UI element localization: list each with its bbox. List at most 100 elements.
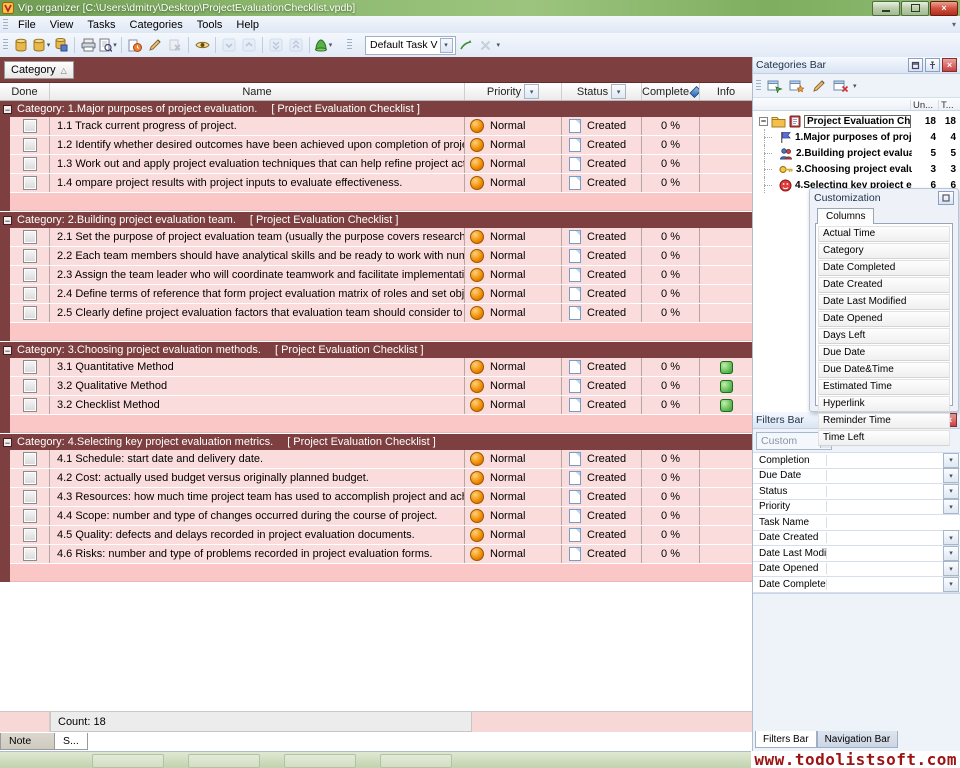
open-database-icon[interactable] bbox=[11, 35, 31, 55]
tree-root-label[interactable]: Project Evaluation Checkl bbox=[804, 115, 911, 128]
group-by-category-button[interactable]: Category △ bbox=[4, 61, 74, 79]
task-checkbox[interactable] bbox=[23, 452, 37, 466]
menubar-overflow-icon[interactable]: ▾ bbox=[952, 20, 956, 29]
customization-close-button[interactable] bbox=[938, 191, 954, 205]
recent-database-icon[interactable]: ▾ bbox=[31, 35, 51, 55]
undone-column-header[interactable]: Un... bbox=[910, 100, 938, 111]
task-checkbox[interactable] bbox=[23, 509, 37, 523]
filter-dropdown-icon[interactable]: ▾ bbox=[943, 561, 959, 576]
task-row[interactable]: 3.2 Qualitative MethodNormalCreated0 % bbox=[0, 377, 752, 396]
tree-root-row[interactable]: −Project Evaluation Checkl1818 bbox=[753, 113, 960, 129]
new-category-icon[interactable] bbox=[764, 76, 786, 95]
category-group-row[interactable]: −Category: 2.Building project evaluation… bbox=[0, 212, 752, 228]
move-down-icon[interactable] bbox=[219, 35, 239, 55]
view-task-icon[interactable] bbox=[192, 35, 212, 55]
move-top-icon[interactable] bbox=[286, 35, 306, 55]
categories-pin-button[interactable] bbox=[925, 58, 940, 72]
task-checkbox[interactable] bbox=[23, 398, 37, 412]
edit-category-icon[interactable] bbox=[808, 76, 830, 95]
customization-column-item[interactable]: Days Left bbox=[818, 328, 950, 344]
customization-column-item[interactable]: Hyperlink bbox=[818, 396, 950, 412]
menu-view[interactable]: View bbox=[43, 18, 81, 32]
task-row[interactable]: 4.1 Schedule: start date and delivery da… bbox=[0, 450, 752, 469]
print-icon[interactable] bbox=[78, 35, 98, 55]
toolbar-more-icon[interactable]: ▾ bbox=[497, 41, 501, 49]
minimize-button[interactable] bbox=[872, 1, 900, 16]
filter-value-field[interactable] bbox=[827, 562, 943, 577]
column-header-done[interactable]: Done bbox=[0, 83, 50, 100]
customization-column-item[interactable]: Due Date&Time bbox=[818, 362, 950, 378]
customization-column-item[interactable]: Reminder Time bbox=[818, 413, 950, 429]
column-header-complete[interactable]: Complete bbox=[642, 83, 700, 100]
notification-icon[interactable]: ▾ bbox=[313, 35, 333, 55]
category-group-row[interactable]: −Category: 4.Selecting key project evalu… bbox=[0, 434, 752, 450]
customization-column-item[interactable]: Category bbox=[818, 243, 950, 259]
close-button[interactable]: × bbox=[930, 1, 958, 16]
filter-dropdown-icon[interactable]: ▾ bbox=[943, 577, 959, 592]
task-checkbox[interactable] bbox=[23, 230, 37, 244]
customization-column-item[interactable]: Date Opened bbox=[818, 311, 950, 327]
filter-value-field[interactable] bbox=[827, 469, 943, 484]
task-checkbox[interactable] bbox=[23, 119, 37, 133]
filter-value-field[interactable] bbox=[827, 484, 943, 499]
filter-dropdown-icon[interactable]: ▾ bbox=[943, 453, 959, 468]
customization-column-item[interactable]: Actual Time bbox=[818, 226, 950, 242]
new-subcategory-icon[interactable] bbox=[786, 76, 808, 95]
apply-view-icon[interactable] bbox=[456, 35, 476, 55]
panel-tab-filters-bar[interactable]: Filters Bar bbox=[755, 731, 817, 748]
filter-dropdown-icon[interactable]: ▾ bbox=[943, 468, 959, 483]
collapse-icon[interactable]: − bbox=[3, 346, 12, 355]
collapse-icon[interactable]: − bbox=[3, 438, 12, 447]
task-view-dropdown-icon[interactable]: ▾ bbox=[440, 38, 453, 53]
menu-help[interactable]: Help bbox=[229, 18, 266, 32]
task-row[interactable]: 1.3 Work out and apply project evaluatio… bbox=[0, 155, 752, 174]
move-up-icon[interactable] bbox=[239, 35, 259, 55]
filter-dropdown-icon[interactable]: ▾ bbox=[943, 546, 959, 561]
task-checkbox[interactable] bbox=[23, 471, 37, 485]
collapse-icon[interactable]: − bbox=[3, 105, 12, 114]
filter-value-field[interactable] bbox=[827, 546, 943, 561]
task-row[interactable]: 4.6 Risks: number and type of problems r… bbox=[0, 545, 752, 564]
move-bottom-icon[interactable] bbox=[266, 35, 286, 55]
customization-column-item[interactable]: Estimated Time bbox=[818, 379, 950, 395]
customization-column-item[interactable]: Date Created bbox=[818, 277, 950, 293]
delete-category-icon[interactable] bbox=[830, 76, 852, 95]
tree-category-row[interactable]: 2.Building project evaluat55 bbox=[753, 145, 960, 161]
customization-column-item[interactable]: Date Last Modified bbox=[818, 294, 950, 310]
collapse-icon[interactable]: − bbox=[3, 216, 12, 225]
task-row[interactable]: 2.2 Each team members should have analyt… bbox=[0, 247, 752, 266]
task-row[interactable]: 4.5 Quality: defects and delays recorded… bbox=[0, 526, 752, 545]
tree-category-row[interactable]: 3.Choosing project evalua33 bbox=[753, 161, 960, 177]
edit-task-icon[interactable] bbox=[145, 35, 165, 55]
tree-category-row[interactable]: 1.Major purposes of projec44 bbox=[753, 129, 960, 145]
filter-value-field[interactable] bbox=[827, 531, 943, 546]
task-checkbox[interactable] bbox=[23, 138, 37, 152]
menu-tools[interactable]: Tools bbox=[190, 18, 230, 32]
categories-toolbar-more-icon[interactable]: ▾ bbox=[853, 82, 857, 90]
filter-dropdown-icon[interactable]: ▾ bbox=[943, 484, 959, 499]
tab-columns[interactable]: Columns bbox=[817, 208, 874, 224]
task-row[interactable]: 1.2 Identify whether desired outcomes ha… bbox=[0, 136, 752, 155]
task-row[interactable]: 3.1 Quantitative MethodNormalCreated0 % bbox=[0, 358, 752, 377]
task-checkbox[interactable] bbox=[23, 547, 37, 561]
customization-column-item[interactable]: Due Date bbox=[818, 345, 950, 361]
note-icon[interactable] bbox=[720, 380, 733, 393]
category-group-row[interactable]: −Category: 3.Choosing project evaluation… bbox=[0, 342, 752, 358]
column-header-priority[interactable]: Priority▾ bbox=[465, 83, 562, 100]
task-row[interactable]: 2.5 Clearly define project evaluation fa… bbox=[0, 304, 752, 323]
menu-tasks[interactable]: Tasks bbox=[80, 18, 122, 32]
print-preview-icon[interactable]: ▾ bbox=[98, 35, 118, 55]
task-row[interactable]: 4.3 Resources: how much time project tea… bbox=[0, 488, 752, 507]
customization-column-item[interactable]: Date Completed bbox=[818, 260, 950, 276]
tab-note[interactable]: Note bbox=[0, 733, 55, 750]
total-column-header[interactable]: T... bbox=[938, 100, 960, 111]
task-row[interactable]: 3.2 Checklist MethodNormalCreated0 % bbox=[0, 396, 752, 415]
maximize-button[interactable] bbox=[901, 1, 929, 16]
task-checkbox[interactable] bbox=[23, 157, 37, 171]
column-header-status[interactable]: Status▾ bbox=[562, 83, 642, 100]
filter-value-field[interactable] bbox=[827, 577, 943, 592]
task-checkbox[interactable] bbox=[23, 176, 37, 190]
task-row[interactable]: 2.3 Assign the team leader who will coor… bbox=[0, 266, 752, 285]
task-checkbox[interactable] bbox=[23, 306, 37, 320]
filter-value-field[interactable] bbox=[827, 500, 943, 515]
